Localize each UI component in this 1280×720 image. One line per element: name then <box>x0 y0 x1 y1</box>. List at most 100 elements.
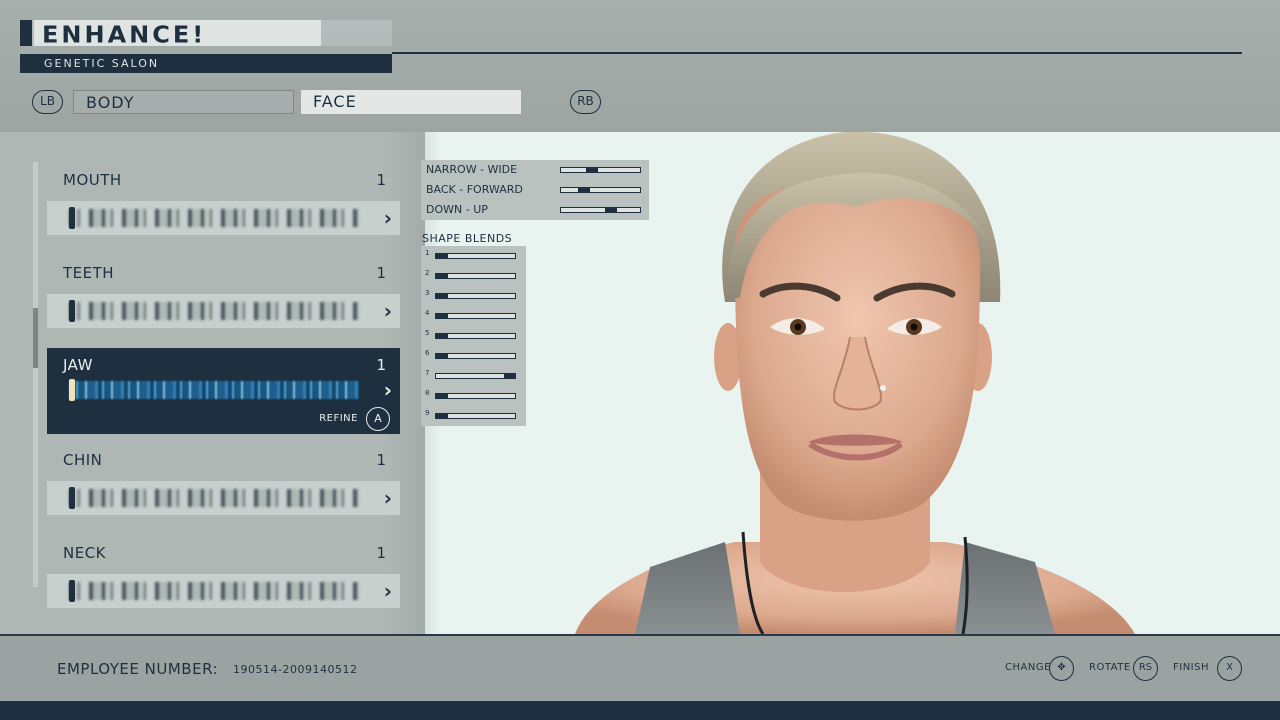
feature-item-neck[interactable]: NECK 1 › <box>47 536 400 622</box>
gene-sequence <box>69 381 359 399</box>
footer-bottom-bar <box>0 701 1280 720</box>
feature-item-mouth[interactable]: MOUTH 1 › <box>47 163 400 249</box>
rb-bumper-button[interactable]: RB <box>570 90 601 114</box>
shape-blend-row[interactable]: 8 <box>425 387 523 405</box>
shape-blend-number: 8 <box>425 389 430 397</box>
shape-blend-fill <box>436 413 448 419</box>
feature-gene-strip[interactable]: › <box>47 481 400 515</box>
slider-narrow-wide[interactable]: NARROW - WIDE <box>426 161 646 179</box>
gene-marker <box>69 580 75 602</box>
shape-blend-track[interactable] <box>435 373 516 379</box>
shape-blend-track[interactable] <box>435 393 516 399</box>
shape-blend-number: 1 <box>425 249 430 257</box>
slider-knob[interactable] <box>605 207 617 213</box>
shape-blend-row[interactable]: 4 <box>425 307 523 325</box>
feature-value: 1 <box>376 356 386 374</box>
shape-blend-track[interactable] <box>435 253 516 259</box>
feature-gene-strip[interactable]: › <box>47 574 400 608</box>
shape-blend-row[interactable]: 2 <box>425 267 523 285</box>
finish-hint-label: FINISH <box>1173 662 1209 673</box>
shape-blend-number: 7 <box>425 369 430 377</box>
finish-button[interactable]: X <box>1217 656 1242 681</box>
shape-blend-track[interactable] <box>435 273 516 279</box>
feature-name: JAW <box>63 356 93 374</box>
lb-bumper-button[interactable]: LB <box>32 90 63 114</box>
gene-sequence <box>69 302 359 320</box>
feature-item-teeth[interactable]: TEETH 1 › <box>47 256 400 342</box>
feature-scrollbar-thumb[interactable] <box>33 308 38 368</box>
gene-sequence <box>69 209 359 227</box>
feature-item-chin[interactable]: CHIN 1 › <box>47 443 400 529</box>
title-accent <box>20 20 32 46</box>
shape-blend-fill <box>436 393 448 399</box>
shirt-left <box>635 542 740 634</box>
chevron-right-icon[interactable]: › <box>384 299 392 323</box>
shape-blend-row[interactable]: 1 <box>425 247 523 265</box>
shape-blend-number: 9 <box>425 409 430 417</box>
slider-track[interactable] <box>560 207 641 213</box>
shape-blend-row[interactable]: 3 <box>425 287 523 305</box>
feature-scrollbar[interactable] <box>33 162 38 587</box>
feature-value: 1 <box>376 171 386 189</box>
gene-sequence <box>69 489 359 507</box>
shape-blends-title: SHAPE BLENDS <box>422 232 513 245</box>
shape-blend-row[interactable]: 7 <box>425 367 523 385</box>
shape-blend-row[interactable]: 9 <box>425 407 523 425</box>
employee-number-value: 190514-2009140512 <box>233 663 358 676</box>
shape-blend-number: 6 <box>425 349 430 357</box>
shape-blend-number: 3 <box>425 289 430 297</box>
slider-track[interactable] <box>560 187 641 193</box>
slider-label: NARROW - WIDE <box>426 163 518 176</box>
feature-name: CHIN <box>63 451 103 469</box>
gene-marker <box>69 207 75 229</box>
chevron-right-icon[interactable]: › <box>384 378 392 402</box>
shape-blend-fill <box>436 253 448 259</box>
shape-blend-track[interactable] <box>435 313 516 319</box>
title-block: ENHANCE! <box>20 20 392 49</box>
slider-label: BACK - FORWARD <box>426 183 523 196</box>
chevron-right-icon[interactable]: › <box>384 579 392 603</box>
slider-knob[interactable] <box>578 187 590 193</box>
feature-name: MOUTH <box>63 171 122 189</box>
shape-blend-track[interactable] <box>435 353 516 359</box>
chevron-right-icon[interactable]: › <box>384 486 392 510</box>
chevron-right-icon[interactable]: › <box>384 206 392 230</box>
shape-blend-row[interactable]: 5 <box>425 327 523 345</box>
page-title: ENHANCE! <box>42 21 207 49</box>
header: ENHANCE! GENETIC SALON LB BODY FACE RB <box>0 0 1280 132</box>
page-subtitle: GENETIC SALON <box>20 54 392 73</box>
refine-button[interactable]: A <box>366 407 390 431</box>
shirt-right <box>955 542 1055 634</box>
feature-value: 1 <box>376 264 386 282</box>
feature-gene-strip[interactable]: › <box>47 201 400 235</box>
gene-marker <box>69 379 75 401</box>
shape-blend-number: 2 <box>425 269 430 277</box>
shape-blend-number: 4 <box>425 309 430 317</box>
header-divider <box>392 52 1242 54</box>
gene-marker <box>69 300 75 322</box>
feature-item-jaw[interactable]: JAW 1 › REFINE A <box>47 348 400 434</box>
slider-track[interactable] <box>560 167 641 173</box>
slider-knob[interactable] <box>586 167 598 173</box>
shape-blend-number: 5 <box>425 329 430 337</box>
shape-blend-track[interactable] <box>435 413 516 419</box>
nose-piercing <box>880 385 886 391</box>
feature-gene-strip[interactable]: › <box>47 294 400 328</box>
slider-down-up[interactable]: DOWN - UP <box>426 201 646 219</box>
tab-body[interactable]: BODY <box>73 90 294 114</box>
shape-blend-fill <box>436 353 448 359</box>
shape-blend-track[interactable] <box>435 293 516 299</box>
dpad-icon[interactable]: ✥ <box>1049 656 1074 681</box>
feature-gene-strip[interactable]: › <box>47 373 400 407</box>
shape-blend-fill <box>436 313 448 319</box>
shape-blend-fill <box>504 373 516 379</box>
shape-blend-track[interactable] <box>435 333 516 339</box>
slider-back-forward[interactable]: BACK - FORWARD <box>426 181 646 199</box>
shape-blend-row[interactable]: 6 <box>425 347 523 365</box>
rotate-button[interactable]: RS <box>1133 656 1158 681</box>
tab-face[interactable]: FACE <box>301 90 521 114</box>
refine-label: REFINE <box>319 413 358 424</box>
employee-number-label: EMPLOYEE NUMBER: <box>57 660 219 678</box>
slider-label: DOWN - UP <box>426 203 488 216</box>
feature-value: 1 <box>376 544 386 562</box>
